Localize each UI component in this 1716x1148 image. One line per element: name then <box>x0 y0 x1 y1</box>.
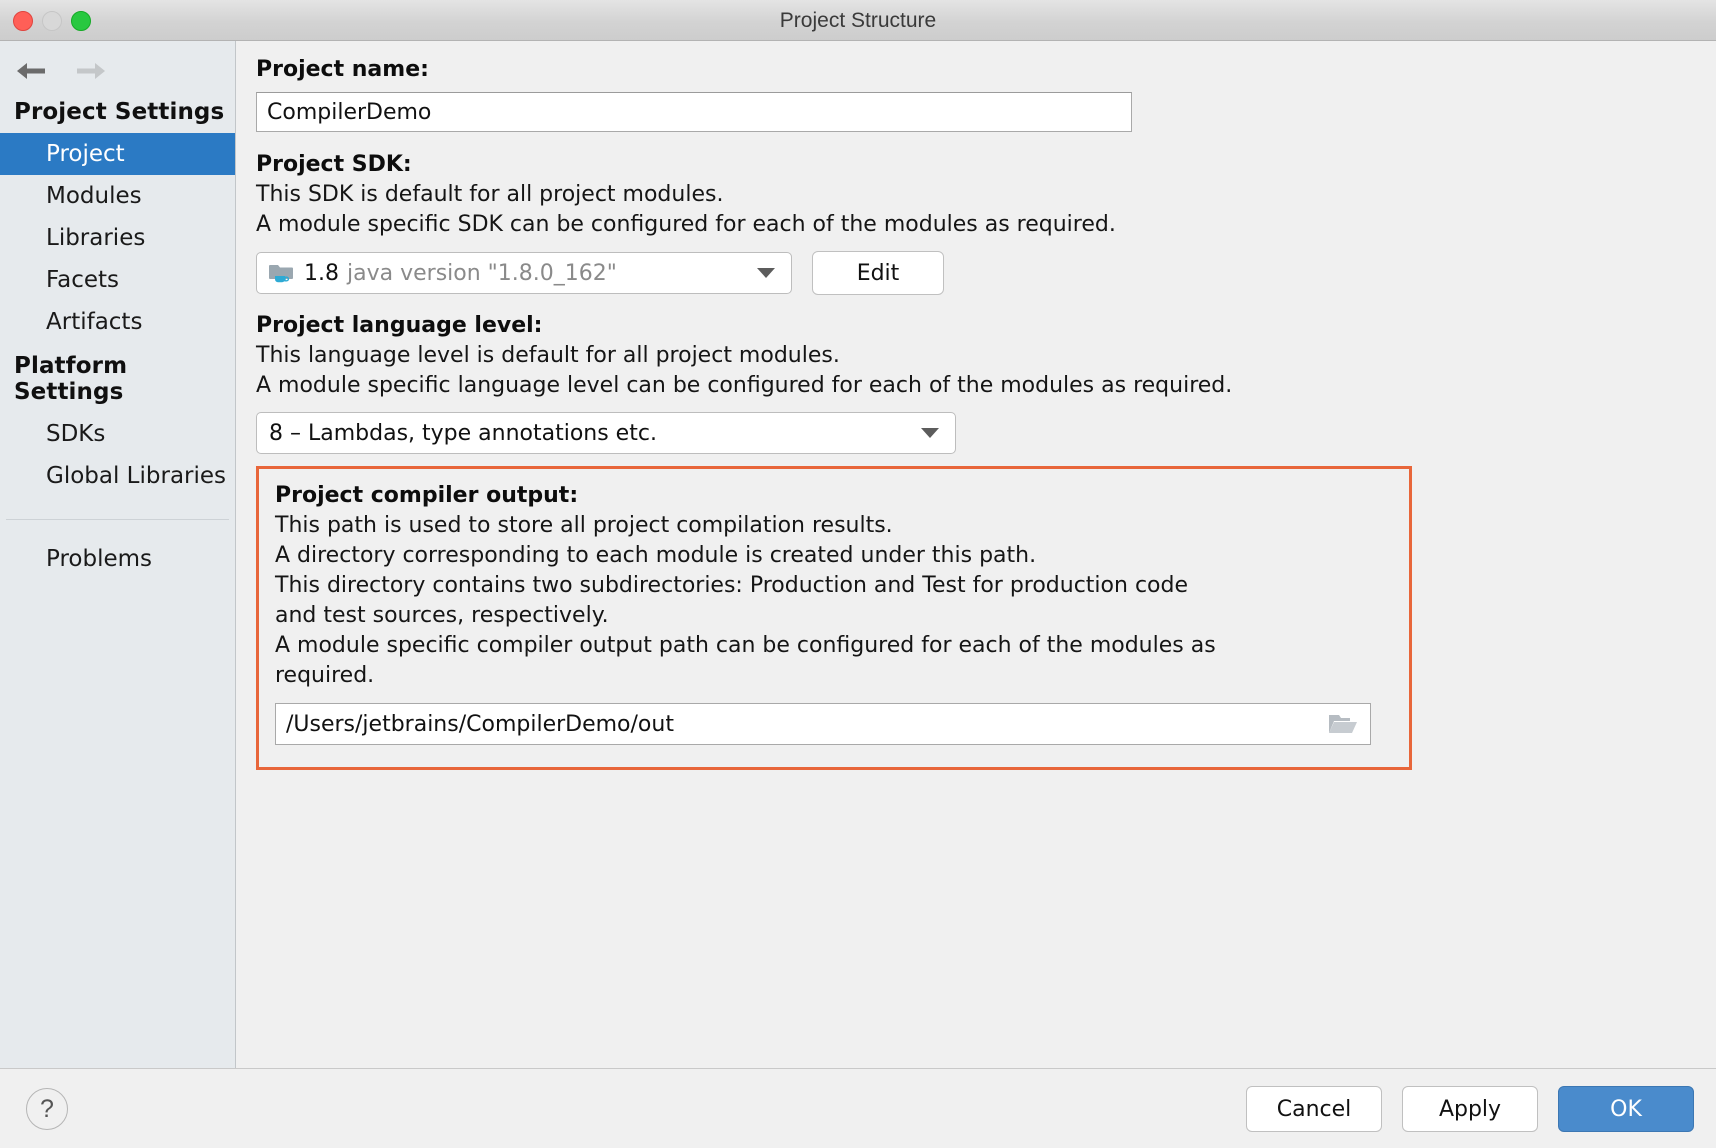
sidebar-item-facets[interactable]: Facets <box>0 259 235 301</box>
compiler-output-path-input[interactable]: /Users/jetbrains/CompilerDemo/out <box>275 703 1371 745</box>
window-title: Project Structure <box>0 9 1716 33</box>
arrow-left-icon[interactable] <box>14 59 48 83</box>
arrow-right-icon <box>74 59 108 83</box>
project-sdk-desc-2: A module specific SDK can be configured … <box>256 210 1696 240</box>
chevron-down-icon[interactable] <box>757 268 775 278</box>
footer-actions: Cancel Apply OK <box>1246 1086 1694 1132</box>
language-level-value: 8 – Lambdas, type annotations etc. <box>269 421 657 446</box>
sidebar-item-libraries[interactable]: Libraries <box>0 217 235 259</box>
project-settings-panel: Project name: CompilerDemo Project SDK: … <box>236 41 1716 1068</box>
project-sdk-detail: java version "1.8.0_162" <box>347 261 617 286</box>
nav-arrows <box>0 41 235 89</box>
compiler-output-label: Project compiler output: <box>275 481 1393 511</box>
language-level-label: Project language level: <box>256 311 1696 341</box>
sidebar-group-project-settings: Project Settings <box>0 89 235 133</box>
java-sdk-folder-icon <box>269 261 295 285</box>
project-name-label: Project name: <box>256 55 1696 85</box>
language-level-desc-2: A module specific language level can be … <box>256 371 1696 401</box>
dialog-body: Project Settings Project Modules Librari… <box>0 41 1716 1068</box>
sidebar-item-global-libraries[interactable]: Global Libraries <box>0 455 235 497</box>
sidebar-item-project[interactable]: Project <box>0 133 235 175</box>
dialog-footer: ? Cancel Apply OK <box>0 1068 1716 1148</box>
language-level-combobox[interactable]: 8 – Lambdas, type annotations etc. <box>256 412 956 454</box>
title-bar: Project Structure <box>0 0 1716 41</box>
sidebar-item-modules[interactable]: Modules <box>0 175 235 217</box>
compiler-output-highlight: Project compiler output: This path is us… <box>256 466 1412 770</box>
project-sdk-desc-1: This SDK is default for all project modu… <box>256 180 1696 210</box>
compiler-output-path-value: /Users/jetbrains/CompilerDemo/out <box>286 712 674 737</box>
compiler-output-desc-3: This directory contains two subdirectori… <box>275 571 1393 601</box>
project-sdk-combobox[interactable]: 1.8 java version "1.8.0_162" <box>256 252 792 294</box>
project-structure-dialog: Project Structure Project Settings Proje… <box>0 0 1716 1148</box>
sidebar-item-sdks[interactable]: SDKs <box>0 413 235 455</box>
folder-open-icon[interactable] <box>1328 712 1364 736</box>
sidebar-divider <box>6 519 229 520</box>
language-level-desc-1: This language level is default for all p… <box>256 341 1696 371</box>
help-button[interactable]: ? <box>26 1088 68 1130</box>
sidebar-group-platform-settings: Platform Settings <box>0 343 235 413</box>
chevron-down-icon[interactable] <box>921 428 939 438</box>
edit-sdk-button[interactable]: Edit <box>812 251 944 295</box>
ok-button[interactable]: OK <box>1558 1086 1694 1132</box>
apply-button[interactable]: Apply <box>1402 1086 1538 1132</box>
sidebar-item-artifacts[interactable]: Artifacts <box>0 301 235 343</box>
project-sdk-name: 1.8 <box>304 261 339 286</box>
compiler-output-desc-2: A directory corresponding to each module… <box>275 541 1393 571</box>
project-name-input[interactable]: CompilerDemo <box>256 92 1132 132</box>
compiler-output-desc-1: This path is used to store all project c… <box>275 511 1393 541</box>
settings-sidebar: Project Settings Project Modules Librari… <box>0 41 236 1068</box>
cancel-button[interactable]: Cancel <box>1246 1086 1382 1132</box>
compiler-output-desc-5: A module specific compiler output path c… <box>275 631 1393 661</box>
project-sdk-label: Project SDK: <box>256 150 1696 180</box>
compiler-output-desc-6: required. <box>275 661 1393 691</box>
compiler-output-desc-4: and test sources, respectively. <box>275 601 1393 631</box>
sidebar-item-problems[interactable]: Problems <box>0 538 235 580</box>
